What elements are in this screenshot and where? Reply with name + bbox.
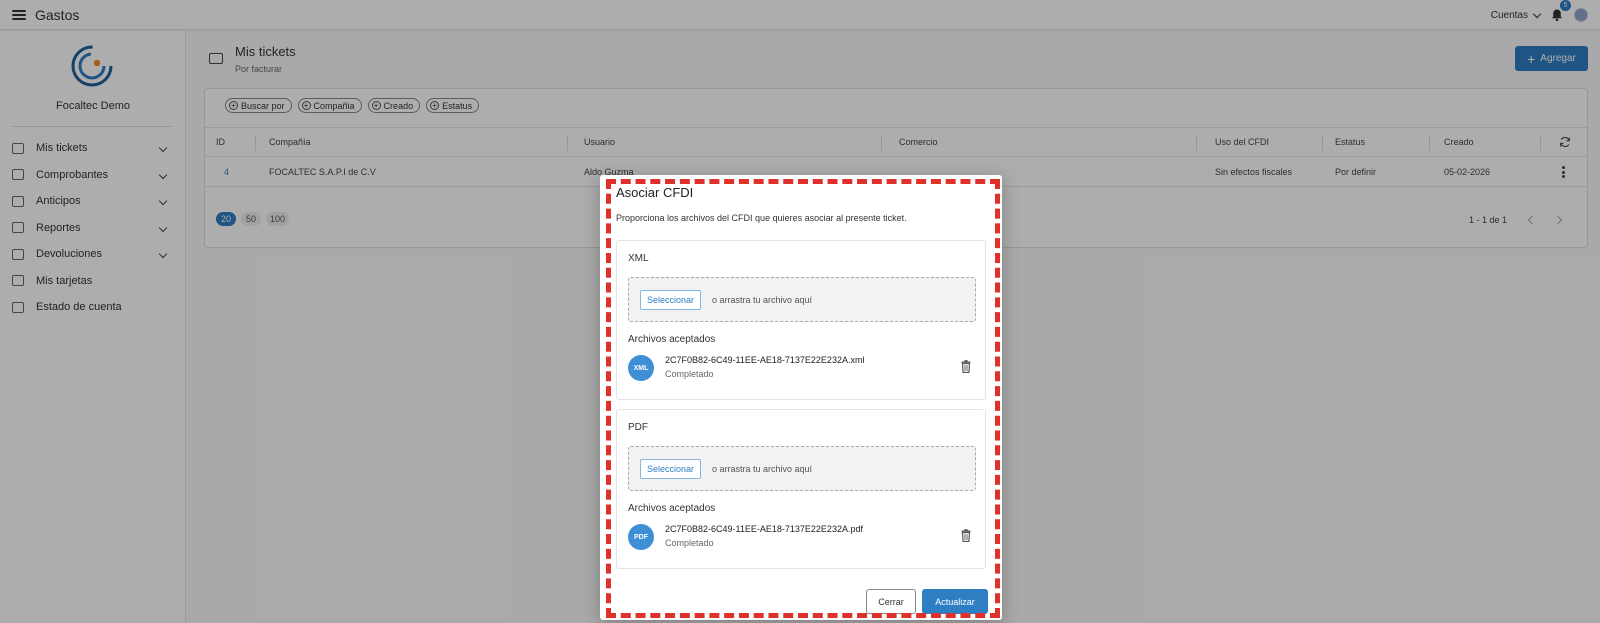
xml-file-icon: XML <box>628 355 654 381</box>
asociar-cfdi-dialog: Asociar CFDI Proporciona los archivos de… <box>600 175 1002 620</box>
update-button[interactable]: Actualizar <box>922 589 988 614</box>
section-title: XML <box>628 253 649 264</box>
pdf-dropzone[interactable]: Seleccionar o arrastra tu archivo aquí <box>628 446 976 491</box>
trash-icon[interactable] <box>961 360 971 373</box>
pdf-file-status: Completado <box>665 538 714 548</box>
pdf-file-name: 2C7F0B82-6C49-11EE-AE18-7137E22E232A.pdf <box>665 524 863 534</box>
drop-hint: o arrastra tu archivo aquí <box>712 464 813 474</box>
select-pdf-button[interactable]: Seleccionar <box>640 459 702 479</box>
section-title: PDF <box>628 422 648 433</box>
drop-hint: o arrastra tu archivo aquí <box>712 295 813 305</box>
xml-file-name: 2C7F0B82-6C49-11EE-AE18-7137E22E232A.xml <box>665 355 865 365</box>
close-button[interactable]: Cerrar <box>866 589 916 614</box>
accepted-files-title: Archivos aceptados <box>628 503 716 514</box>
xml-dropzone[interactable]: Seleccionar o arrastra tu archivo aquí <box>628 277 976 322</box>
dialog-description: Proporciona los archivos del CFDI que qu… <box>616 213 907 223</box>
select-xml-button[interactable]: Seleccionar <box>640 290 702 310</box>
pdf-file-icon: PDF <box>628 524 654 550</box>
dialog-title: Asociar CFDI <box>616 185 694 200</box>
xml-file-status: Completado <box>665 369 714 379</box>
pdf-upload-section: PDF Seleccionar o arrastra tu archivo aq… <box>616 409 986 569</box>
accepted-files-title: Archivos aceptados <box>628 334 716 345</box>
xml-upload-section: XML Seleccionar o arrastra tu archivo aq… <box>616 240 986 400</box>
trash-icon[interactable] <box>961 529 971 542</box>
